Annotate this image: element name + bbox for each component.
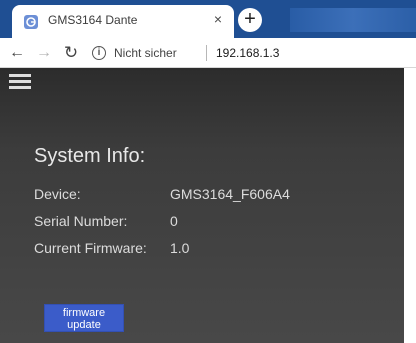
firmware-label: Current Firmware: (34, 240, 147, 256)
browser-tab-strip: GMS3164 Dante × + (0, 0, 416, 38)
window-edge (404, 68, 416, 343)
firmware-update-button[interactable]: firmware update (44, 304, 124, 332)
url-divider (206, 45, 207, 61)
serial-label: Serial Number: (34, 213, 128, 229)
firmware-value: 1.0 (170, 240, 190, 256)
reload-icon[interactable]: ↻ (62, 44, 80, 62)
close-tab-icon[interactable]: × (210, 11, 226, 27)
serial-row: Serial Number: 0 (34, 213, 394, 231)
blurred-tab-area (290, 8, 416, 32)
tab-title: GMS3164 Dante (48, 13, 138, 27)
favicon-icon (24, 15, 38, 29)
firmware-button-line1: firmware (62, 307, 106, 319)
browser-tab[interactable]: GMS3164 Dante × (12, 5, 234, 38)
serial-value: 0 (170, 213, 178, 229)
browser-toolbar: ← → ↻ i Nicht sicher 192.168.1.3 (0, 38, 416, 68)
device-row: Device: GMS3164_F606A4 (34, 186, 394, 204)
new-tab-button[interactable]: + (238, 8, 262, 32)
plus-icon: + (244, 8, 256, 30)
page-content: System Info: Device: GMS3164_F606A4 Seri… (0, 68, 416, 343)
address-bar[interactable]: 192.168.1.3 (216, 46, 279, 60)
page-title: System Info: (34, 145, 146, 167)
info-icon[interactable]: i (92, 46, 106, 60)
firmware-button-line2: update (67, 319, 101, 331)
security-status[interactable]: Nicht sicher (114, 46, 177, 60)
firmware-row: Current Firmware: 1.0 (34, 240, 394, 258)
arrow-left-icon[interactable]: ← (8, 44, 26, 62)
device-value: GMS3164_F606A4 (170, 186, 290, 202)
device-label: Device: (34, 186, 81, 202)
hamburger-menu-icon[interactable] (9, 74, 31, 90)
arrow-right-icon[interactable]: → (35, 44, 53, 62)
